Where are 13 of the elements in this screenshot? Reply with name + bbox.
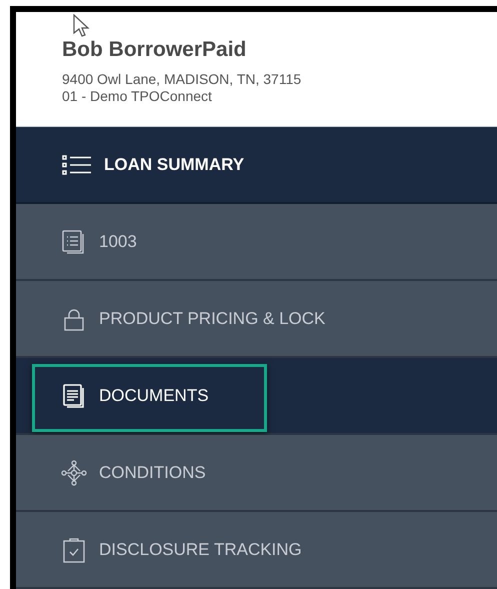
loan-summary-item[interactable]: LOAN SUMMARY <box>16 127 497 204</box>
nav-item[interactable]: CONDITIONS <box>61 460 329 486</box>
loan-channel: 01 - Demo TPOConnect <box>62 88 213 105</box>
nav-item[interactable]: PRODUCT PRICING & LOCK <box>61 306 329 332</box>
nav-item[interactable]: 1003 <box>61 228 329 254</box>
nav-item[interactable]: DISCLOSURE TRACKING <box>61 536 329 562</box>
nav-item[interactable]: DOCUMENTS <box>61 382 329 408</box>
list-icon <box>62 154 92 176</box>
borrower-address: 9400 Owl Lane, MADISON, TN, 37115 <box>62 71 302 88</box>
borrower-name: Bob BorrowerPaid <box>62 37 248 63</box>
network-nodes-icon <box>61 460 87 486</box>
document-icon <box>61 382 87 408</box>
clipboard-check-icon <box>61 536 87 562</box>
